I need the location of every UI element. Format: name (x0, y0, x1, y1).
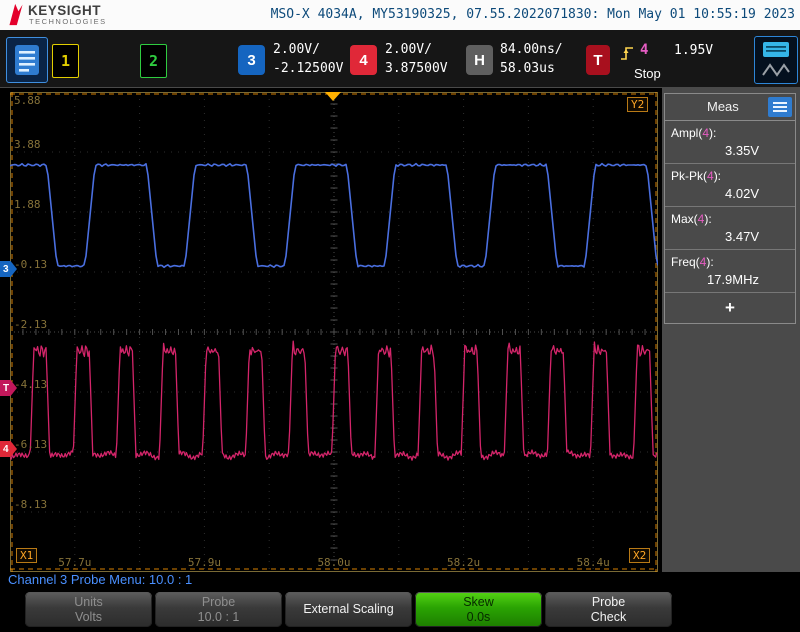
menu-icon (772, 101, 788, 113)
meas-label-suffix: ): (706, 255, 713, 269)
waveform-display (10, 92, 658, 572)
waveform-traces (10, 92, 658, 572)
meas-label-prefix: Max( (671, 212, 698, 226)
meas-row[interactable]: Ampl(4):3.35V (665, 121, 795, 164)
meas-value: 3.35V (671, 140, 789, 159)
softkey-units: UnitsVolts (25, 592, 152, 627)
channel-4-badge[interactable]: 4 (350, 45, 377, 75)
meas-panel-title: Meas (707, 99, 739, 114)
trigger-position-icon[interactable] (325, 92, 341, 101)
display-settings-button[interactable] (754, 36, 798, 84)
meas-label: Freq(4): (671, 255, 789, 269)
softkey-bar: UnitsVoltsProbe10.0 : 1External ScalingS… (0, 588, 800, 632)
waveform-display-icon (760, 39, 792, 81)
meas-label-suffix: ): (704, 212, 711, 226)
softkey-line2: 0.0s (467, 610, 491, 625)
keysight-logo-icon (7, 2, 25, 27)
meas-label-prefix: Freq( (671, 255, 700, 269)
brand-sub: TECHNOLOGIES (29, 17, 107, 26)
meas-panel-header: Meas (665, 94, 795, 121)
softkey-probe: Probe10.0 : 1 (155, 592, 282, 627)
channel-4-settings: 2.00V/ 3.87500V (385, 40, 448, 78)
channel-3-scale: 2.00V/ (273, 40, 343, 59)
x-axis-label: 58.2u (447, 556, 480, 569)
oscilloscope-screen: KEYSIGHT TECHNOLOGIES MSO-X 4034A, MY531… (0, 0, 800, 632)
meas-value: 4.02V (671, 183, 789, 202)
horizontal-scale: 84.00ns/ (500, 40, 563, 59)
meas-label-prefix: Ampl( (671, 126, 702, 140)
x-axis-label: 58.0u (317, 556, 350, 569)
meas-panel: Meas Ampl(4):3.35VPk-Pk(4):4.02VMax(4):3… (664, 93, 796, 324)
add-measurement-button[interactable]: + (665, 293, 795, 323)
softkey-line1: Units (74, 595, 102, 610)
cursor-y2-label[interactable]: Y2 (627, 97, 648, 112)
cursor-x2-label[interactable]: X2 (629, 548, 650, 563)
system-title: MSO-X 4034A, MY53190325, 07.55.202207183… (271, 7, 795, 22)
meas-label-prefix: Pk-Pk( (671, 169, 707, 183)
y-axis-label: -0.13 (14, 258, 47, 271)
softkey-line2: Volts (75, 610, 102, 625)
toolbar: 1 2 3 2.00V/ -2.12500V 4 2.00V/ 3.87500V… (0, 30, 800, 88)
meas-row[interactable]: Freq(4):17.9MHz (665, 250, 795, 293)
x-axis-label: 57.7u (58, 556, 91, 569)
trigger-badge[interactable]: T (586, 45, 610, 75)
x-axis-label: 57.9u (188, 556, 221, 569)
meas-label-suffix: ): (709, 126, 716, 140)
menu-icon (14, 44, 40, 76)
rising-edge-icon (620, 43, 635, 62)
softkey-skew[interactable]: Skew0.0s (415, 592, 542, 627)
y-axis-label: 5.88 (14, 94, 41, 107)
channel-3-badge[interactable]: 3 (238, 45, 265, 75)
main-menu-button[interactable] (6, 37, 48, 83)
meas-row[interactable]: Max(4):3.47V (665, 207, 795, 250)
horizontal-badge[interactable]: H (466, 45, 493, 75)
softkey-line1: Probe (202, 595, 235, 610)
softkey-line2: 10.0 : 1 (198, 610, 240, 625)
meas-label-suffix: ): (714, 169, 721, 183)
channel-3-offset: -2.12500V (273, 59, 343, 78)
y-axis-label: -8.13 (14, 498, 47, 511)
trigger-level: 1.95V (674, 43, 713, 58)
meas-row[interactable]: Pk-Pk(4):4.02V (665, 164, 795, 207)
channel-1-button[interactable]: 1 (52, 44, 79, 78)
channel-4-scale: 2.00V/ (385, 40, 448, 59)
softkey-line1: Probe (592, 595, 625, 610)
softkey-probe[interactable]: ProbeCheck (545, 592, 672, 627)
meas-items: Ampl(4):3.35VPk-Pk(4):4.02VMax(4):3.47VF… (665, 121, 795, 293)
softkey-external-scaling[interactable]: External Scaling (285, 592, 412, 627)
meas-label-ch: 4 (707, 169, 714, 183)
y-axis-label: 3.88 (14, 138, 41, 151)
sidebar: Meas Ampl(4):3.35VPk-Pk(4):4.02VMax(4):3… (662, 88, 800, 572)
horizontal-delay: 58.03us (500, 59, 563, 78)
channel-2-button[interactable]: 2 (140, 44, 167, 78)
meas-value: 17.9MHz (671, 269, 789, 288)
brand-name: KEYSIGHT (28, 3, 101, 18)
status-text: Channel 3 Probe Menu: 10.0 : 1 (8, 572, 192, 587)
softkey-line1: External Scaling (303, 602, 393, 617)
cursor-x1-label[interactable]: X1 (16, 548, 37, 563)
meas-label: Ampl(4): (671, 126, 789, 140)
trigger-source: 4 (640, 42, 648, 58)
y-axis-label: -4.13 (14, 378, 47, 391)
horizontal-settings: 84.00ns/ 58.03us (500, 40, 563, 78)
y-axis-label: -2.13 (14, 318, 47, 331)
header-bar: KEYSIGHT TECHNOLOGIES MSO-X 4034A, MY531… (0, 0, 800, 30)
y-axis-label: 1.88 (14, 198, 41, 211)
acquisition-status: Stop (634, 66, 661, 81)
y-axis-label: -6.13 (14, 438, 47, 451)
meas-label: Pk-Pk(4): (671, 169, 789, 183)
meas-label: Max(4): (671, 212, 789, 226)
meas-menu-button[interactable] (768, 97, 792, 117)
meas-value: 3.47V (671, 226, 789, 245)
softkey-line2: Check (591, 610, 626, 625)
softkey-line1: Skew (463, 595, 494, 610)
status-bar: Channel 3 Probe Menu: 10.0 : 1 (0, 572, 800, 588)
x-axis-label: 58.4u (577, 556, 610, 569)
channel-4-offset: 3.87500V (385, 59, 448, 78)
channel-3-settings: 2.00V/ -2.12500V (273, 40, 343, 78)
